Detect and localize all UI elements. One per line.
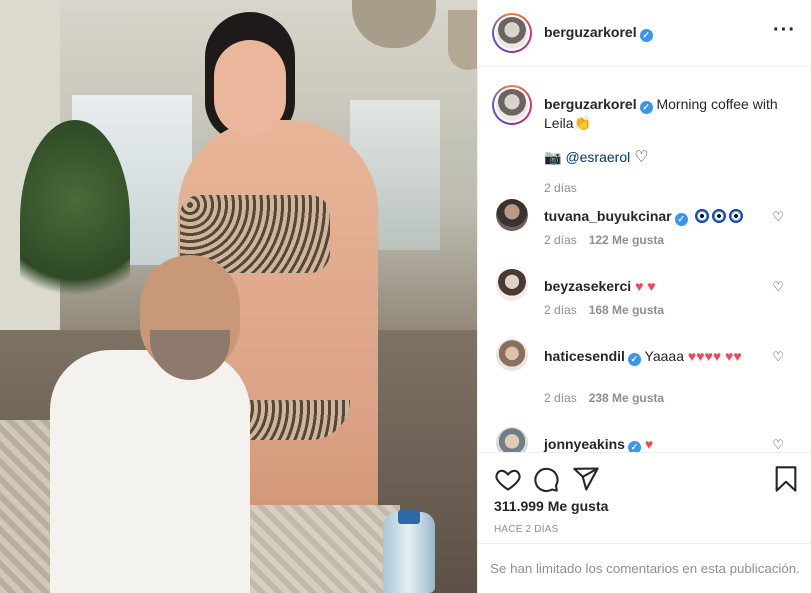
comment-username[interactable]: tuvana_buyukcinar <box>544 208 672 224</box>
comment-body: Yaaaa <box>640 348 685 364</box>
mention-link[interactable]: @esraerol <box>565 149 630 165</box>
evil-eye-icon <box>694 209 709 223</box>
post-photo[interactable] <box>0 0 477 593</box>
verified-badge-icon: ✓ <box>627 353 641 366</box>
comment-like-heart-icon[interactable]: ♡ <box>772 209 784 225</box>
evil-eye-icon <box>711 209 726 223</box>
photo-woman-face <box>214 40 286 136</box>
comment-text: tuvana_buyukcinar ✓ <box>544 207 774 226</box>
comment-like-heart-icon[interactable]: ♡ <box>772 279 784 295</box>
comment-time[interactable]: 2 días <box>544 303 577 317</box>
caption-text: berguzarkorel ✓ Morning coffee with Leila… <box>544 95 794 132</box>
comment-likes[interactable]: 238 Me gusta <box>589 391 664 405</box>
evil-eye-icon <box>728 209 743 223</box>
post-date[interactable]: HACE 2 DÍAS <box>494 524 558 535</box>
comments-limited-notice: Se han limitado los comentarios en esta … <box>478 543 811 593</box>
verified-badge-icon: ✓ <box>674 213 688 226</box>
comment-avatar[interactable] <box>496 269 528 301</box>
photo-lamp-right <box>448 10 477 70</box>
photo-man <box>50 350 250 593</box>
comment-text: jonnyeakins ✓ ♥ <box>544 435 774 452</box>
author-username[interactable]: berguzarkorel ✓ <box>544 24 653 42</box>
camera-icon: 📷 <box>544 149 562 165</box>
comments-list[interactable]: berguzarkorel ✓ Morning coffee with Leila… <box>478 67 811 452</box>
comment-likes[interactable]: 122 Me gusta <box>589 233 664 247</box>
comment-like-heart-icon[interactable]: ♡ <box>772 437 784 452</box>
likes-count[interactable]: 311.999 Me gusta <box>494 498 608 514</box>
comment-avatar[interactable] <box>496 199 528 231</box>
comment-time[interactable]: 2 días <box>544 391 577 405</box>
caption-time[interactable]: 2 días <box>544 181 577 195</box>
share-icon[interactable] <box>572 465 600 493</box>
post-header: berguzarkorel ✓ ··· <box>478 0 811 67</box>
photo-bottle-cap <box>398 510 420 524</box>
photo-water-bottle <box>383 512 435 593</box>
photo-chair-right <box>250 505 400 593</box>
comment-username[interactable]: jonnyeakins <box>544 436 625 452</box>
comment-icon[interactable] <box>532 465 560 493</box>
red-heart-icon: ♥♥♥♥ ♥♥ <box>687 348 742 364</box>
author-avatar[interactable] <box>492 13 532 53</box>
comment-avatar[interactable] <box>496 339 528 371</box>
clap-emoji-icon: 👏 <box>573 115 592 131</box>
comment-likes[interactable]: 168 Me gusta <box>589 303 664 317</box>
post-side-panel: berguzarkorel ✓ ··· berguzarkorel ✓ Mornin… <box>477 0 811 593</box>
comment-username[interactable]: haticesendil <box>544 348 625 364</box>
comment-avatar[interactable] <box>496 427 528 452</box>
comment-like-heart-icon[interactable]: ♡ <box>772 349 784 365</box>
bookmark-icon[interactable] <box>772 465 800 493</box>
more-options-icon[interactable]: ··· <box>773 20 796 40</box>
caption-credit: 📷 @esraerol ♡ <box>544 147 649 167</box>
heart-outline-icon: ♡ <box>634 149 649 166</box>
verified-badge-icon: ✓ <box>627 441 641 452</box>
photo-plant <box>20 120 130 320</box>
red-heart-icon: ♥ ♥ <box>635 278 656 294</box>
comment-username[interactable]: beyzasekerci <box>544 278 631 294</box>
comment-meta: 2 días 168 Me gusta <box>544 303 664 317</box>
comment-text: haticesendil ✓ Yaaaa ♥♥♥♥ ♥♥ <box>544 347 774 366</box>
comment-text: beyzasekerci ♥ ♥ <box>544 277 774 295</box>
verified-badge-icon: ✓ <box>639 101 653 114</box>
comment-time[interactable]: 2 días <box>544 233 577 247</box>
red-heart-icon: ♥ <box>644 436 654 452</box>
caption-username[interactable]: berguzarkorel <box>544 96 637 112</box>
heart-icon[interactable] <box>494 465 522 493</box>
verified-badge-icon: ✓ <box>639 29 653 42</box>
comment-meta: 2 días 238 Me gusta <box>544 391 664 405</box>
caption-avatar[interactable] <box>492 85 532 125</box>
comment-meta: 2 días 122 Me gusta <box>544 233 664 247</box>
